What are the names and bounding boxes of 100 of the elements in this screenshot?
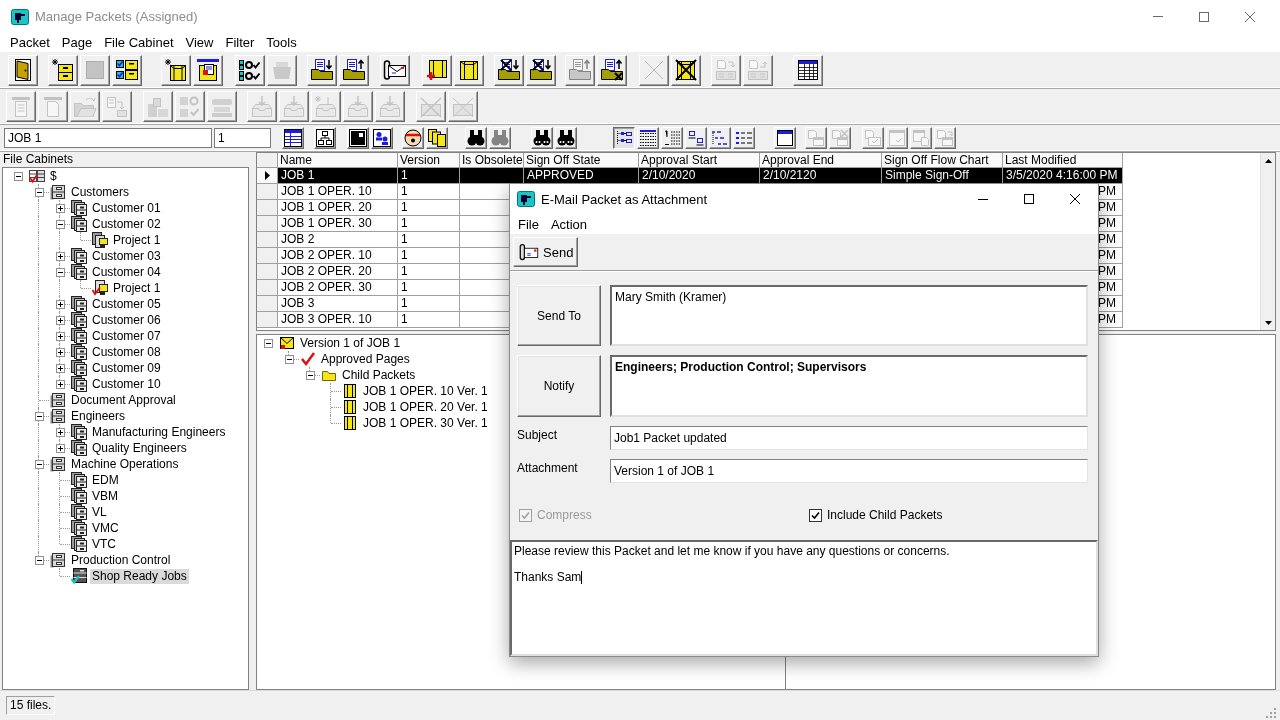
column-header[interactable]: Version	[398, 153, 460, 168]
corner-header-cell[interactable]	[257, 153, 278, 168]
menu-item[interactable]: Packet	[4, 33, 56, 52]
menu-item[interactable]: Filter	[219, 33, 261, 52]
column-header[interactable]: Last Modified	[1003, 153, 1123, 168]
tree-item[interactable]: Customer 05	[90, 296, 163, 312]
expand-toggle[interactable]	[284, 354, 294, 364]
version-field[interactable]: 1	[214, 128, 271, 148]
expand-toggle[interactable]	[55, 299, 65, 309]
expand-toggle[interactable]	[55, 427, 65, 437]
table-row[interactable]: JOB 1 1 APPROVED 2/10/2020 2/10/2120 Simple Sign-Off 3/5/2020 4:16:00 PM	[257, 168, 1123, 184]
menu-item[interactable]: File	[512, 214, 545, 234]
tray-sparkle-icon	[314, 94, 338, 119]
panel-title: File Cabinets	[2, 152, 75, 166]
tree-item[interactable]: Project 1	[111, 232, 163, 248]
tree-item[interactable]: Customers	[69, 184, 131, 200]
resize-grip-icon[interactable]	[1265, 707, 1276, 718]
tree-item[interactable]: Engineers	[69, 408, 128, 424]
expand-toggle[interactable]	[34, 459, 44, 469]
tree-item[interactable]: Project 1	[111, 280, 163, 296]
tree-item[interactable]: Customer 06	[90, 312, 163, 328]
send-to-button[interactable]: Send To	[517, 285, 601, 346]
tree-item[interactable]: Customer 07	[90, 328, 163, 344]
row-selector[interactable]	[257, 168, 278, 184]
packet-field[interactable]: JOB 1	[4, 128, 212, 148]
checkbox[interactable]	[809, 508, 822, 522]
tree-item[interactable]: JOB 1 OPER. 30 Ver. 1	[361, 415, 490, 431]
envelope-clip-icon	[517, 242, 541, 262]
tree-item[interactable]: Machine Operations	[69, 456, 181, 472]
expand-toggle[interactable]	[55, 203, 65, 213]
expand-toggle[interactable]	[55, 379, 65, 389]
tree-item[interactable]: VTC	[90, 536, 118, 552]
expand-toggle[interactable]	[34, 411, 44, 421]
expand-toggle[interactable]	[263, 338, 273, 348]
tree-list-icon	[615, 129, 633, 147]
tree-item[interactable]: VMC	[90, 520, 121, 536]
tree-item[interactable]: Manufacturing Engineers	[90, 424, 228, 440]
column-header[interactable]: Approval End	[760, 153, 882, 168]
expand-toggle[interactable]	[55, 219, 65, 229]
tree-item[interactable]: Customer 02	[90, 216, 163, 232]
expand-toggle[interactable]	[34, 555, 44, 565]
close-icon	[1070, 194, 1080, 204]
tree-item[interactable]: EDM	[90, 472, 121, 488]
numbered-list-icon	[663, 129, 681, 147]
vertical-scrollbar[interactable]	[1260, 153, 1275, 330]
cabinet-stack-icon	[71, 296, 87, 312]
expand-toggle[interactable]	[13, 171, 23, 181]
checkbox-label[interactable]: Include Child Packets	[827, 508, 943, 522]
subject-field[interactable]: Job1 Packet updated	[610, 426, 1088, 450]
tree-item[interactable]: Production Control	[69, 552, 173, 568]
column-header[interactable]: Name	[278, 153, 398, 168]
expand-toggle[interactable]	[55, 331, 65, 341]
tree-item[interactable]: JOB 1 OPER. 20 Ver. 1	[361, 399, 490, 415]
tree-item[interactable]: VBM	[90, 488, 120, 504]
column-header[interactable]: Is Obsolete	[460, 153, 524, 168]
expand-toggle[interactable]	[55, 347, 65, 357]
tree-item[interactable]: JOB 1 OPER. 10 Ver. 1	[361, 383, 490, 399]
menu-item[interactable]: File Cabinet	[98, 33, 180, 52]
tree-item[interactable]: Customer 04	[90, 264, 163, 280]
column-header[interactable]: Approval Start	[639, 153, 760, 168]
menu-item[interactable]: Tools	[260, 33, 303, 52]
expand-toggle[interactable]	[55, 267, 65, 277]
attachment-field[interactable]: Version 1 of JOB 1	[610, 459, 1088, 483]
tree-item[interactable]: Document Approval	[69, 392, 178, 408]
tree-item[interactable]: Customer 01	[90, 200, 163, 216]
column-header[interactable]: Sign Off State	[524, 153, 639, 168]
cabinet-stack-icon	[71, 344, 87, 360]
tree-item[interactable]: Quality Engineers	[90, 440, 189, 456]
menu-item[interactable]: Action	[544, 214, 594, 234]
tree-item[interactable]: Version 1 of JOB 1	[298, 335, 403, 351]
send-button[interactable]: Send	[513, 237, 579, 267]
expand-toggle[interactable]	[55, 315, 65, 325]
menu-item[interactable]: View	[179, 33, 220, 52]
tree-item[interactable]: Approved Pages	[319, 351, 412, 367]
recipients-field[interactable]: Mary Smith (Kramer)	[610, 285, 1088, 346]
maximize-icon	[1199, 11, 1209, 22]
tree-item[interactable]: VL	[90, 504, 109, 520]
tree-item[interactable]: Customer 08	[90, 344, 163, 360]
tree-item[interactable]: $	[48, 168, 59, 184]
expand-toggle[interactable]	[34, 187, 44, 197]
page-swap-icon	[714, 58, 738, 82]
list-table-icon	[284, 129, 302, 147]
expand-toggle[interactable]	[305, 370, 315, 380]
menu-item[interactable]: Page	[55, 33, 99, 52]
tree-item[interactable]: Customer 09	[90, 360, 163, 376]
status-text: 15 files.	[6, 696, 56, 715]
expand-toggle[interactable]	[55, 251, 65, 261]
cabinet-check-icon	[92, 280, 108, 296]
table-cell: PM	[1098, 216, 1116, 230]
message-field[interactable]: Please review this Packet and let me know if you have any questions or concerns. Thanks Sam	[510, 540, 1098, 656]
tree-item[interactable]: Shop Ready Jobs	[90, 568, 189, 584]
column-header[interactable]: Sign Off Flow Chart	[882, 153, 1003, 168]
expand-toggle[interactable]	[55, 363, 65, 373]
notify-field[interactable]: Engineers; Production Control; Supervisors	[610, 355, 1088, 417]
notify-button[interactable]: Notify	[517, 355, 601, 417]
toolbar-button[interactable]	[613, 127, 635, 149]
expand-toggle[interactable]	[55, 443, 65, 453]
tree-item[interactable]: Customer 03	[90, 248, 163, 264]
tree-item[interactable]: Customer 10	[90, 376, 163, 392]
tree-item[interactable]: Child Packets	[340, 367, 418, 383]
